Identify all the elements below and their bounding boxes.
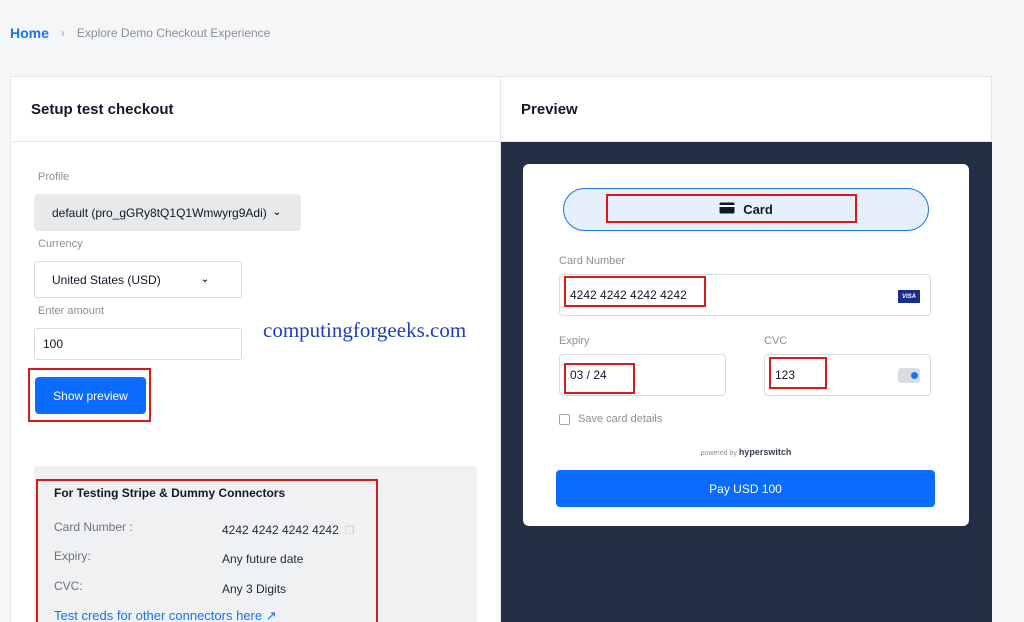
chevron-down-icon: ⌄ <box>200 274 210 285</box>
profile-select[interactable]: default (pro_gGRy8tQ1Q1Wmwyrg9Adi) ⌄ <box>34 194 301 231</box>
highlight-box <box>564 276 706 307</box>
cvc-card-icon <box>898 368 920 383</box>
amount-input[interactable] <box>34 328 242 360</box>
amount-label: Enter amount <box>38 305 105 317</box>
watermark-text: computingforgeeks.com <box>263 318 467 342</box>
pay-button[interactable]: Pay USD 100 <box>556 470 935 507</box>
cvc-label: CVC <box>764 335 788 347</box>
payment-form: Card Card Number 4242 4242 4242 4242 VIS… <box>523 164 969 526</box>
highlight-box <box>36 479 378 622</box>
powered-by: powered by hyperswitch <box>523 447 969 457</box>
save-card-row[interactable]: Save card details <box>559 413 662 425</box>
hyperswitch-logo: hyperswitch <box>738 447 792 457</box>
breadcrumb-home-link[interactable]: Home <box>10 25 49 41</box>
highlight-box <box>769 357 827 389</box>
currency-value: United States (USD) <box>52 272 161 287</box>
preview-title: Preview <box>501 77 992 142</box>
chevron-down-icon: ⌄ <box>272 207 282 218</box>
breadcrumb-separator: › <box>60 26 65 40</box>
profile-value: default (pro_gGRy8tQ1Q1Wmwyrg9Adi) <box>52 205 267 220</box>
checkout-card: Setup test checkout Profile default (pro… <box>10 76 992 622</box>
save-card-checkbox[interactable] <box>559 413 570 425</box>
preview-area: Card Card Number 4242 4242 4242 4242 VIS… <box>501 142 992 622</box>
save-card-label: Save card details <box>578 413 663 425</box>
highlight-box <box>606 194 857 223</box>
currency-select[interactable]: United States (USD) ⌄ <box>34 261 242 298</box>
preview-panel: Preview Card Card Number 4242 4242 4242 … <box>501 77 992 622</box>
highlight-box <box>564 363 635 394</box>
breadcrumb: Home › Explore Demo Checkout Experience <box>10 25 270 41</box>
expiry-label: Expiry <box>559 335 590 347</box>
visa-icon: VISA <box>898 290 920 303</box>
card-number-label: Card Number <box>559 255 626 267</box>
profile-label: Profile <box>38 171 70 183</box>
powered-by-prefix: powered by <box>700 450 737 457</box>
setup-panel: Setup test checkout Profile default (pro… <box>11 77 501 622</box>
show-preview-button[interactable]: Show preview <box>35 377 146 414</box>
currency-label: Currency <box>38 238 83 250</box>
setup-title: Setup test checkout <box>11 77 500 142</box>
breadcrumb-current: Explore Demo Checkout Experience <box>76 26 271 40</box>
